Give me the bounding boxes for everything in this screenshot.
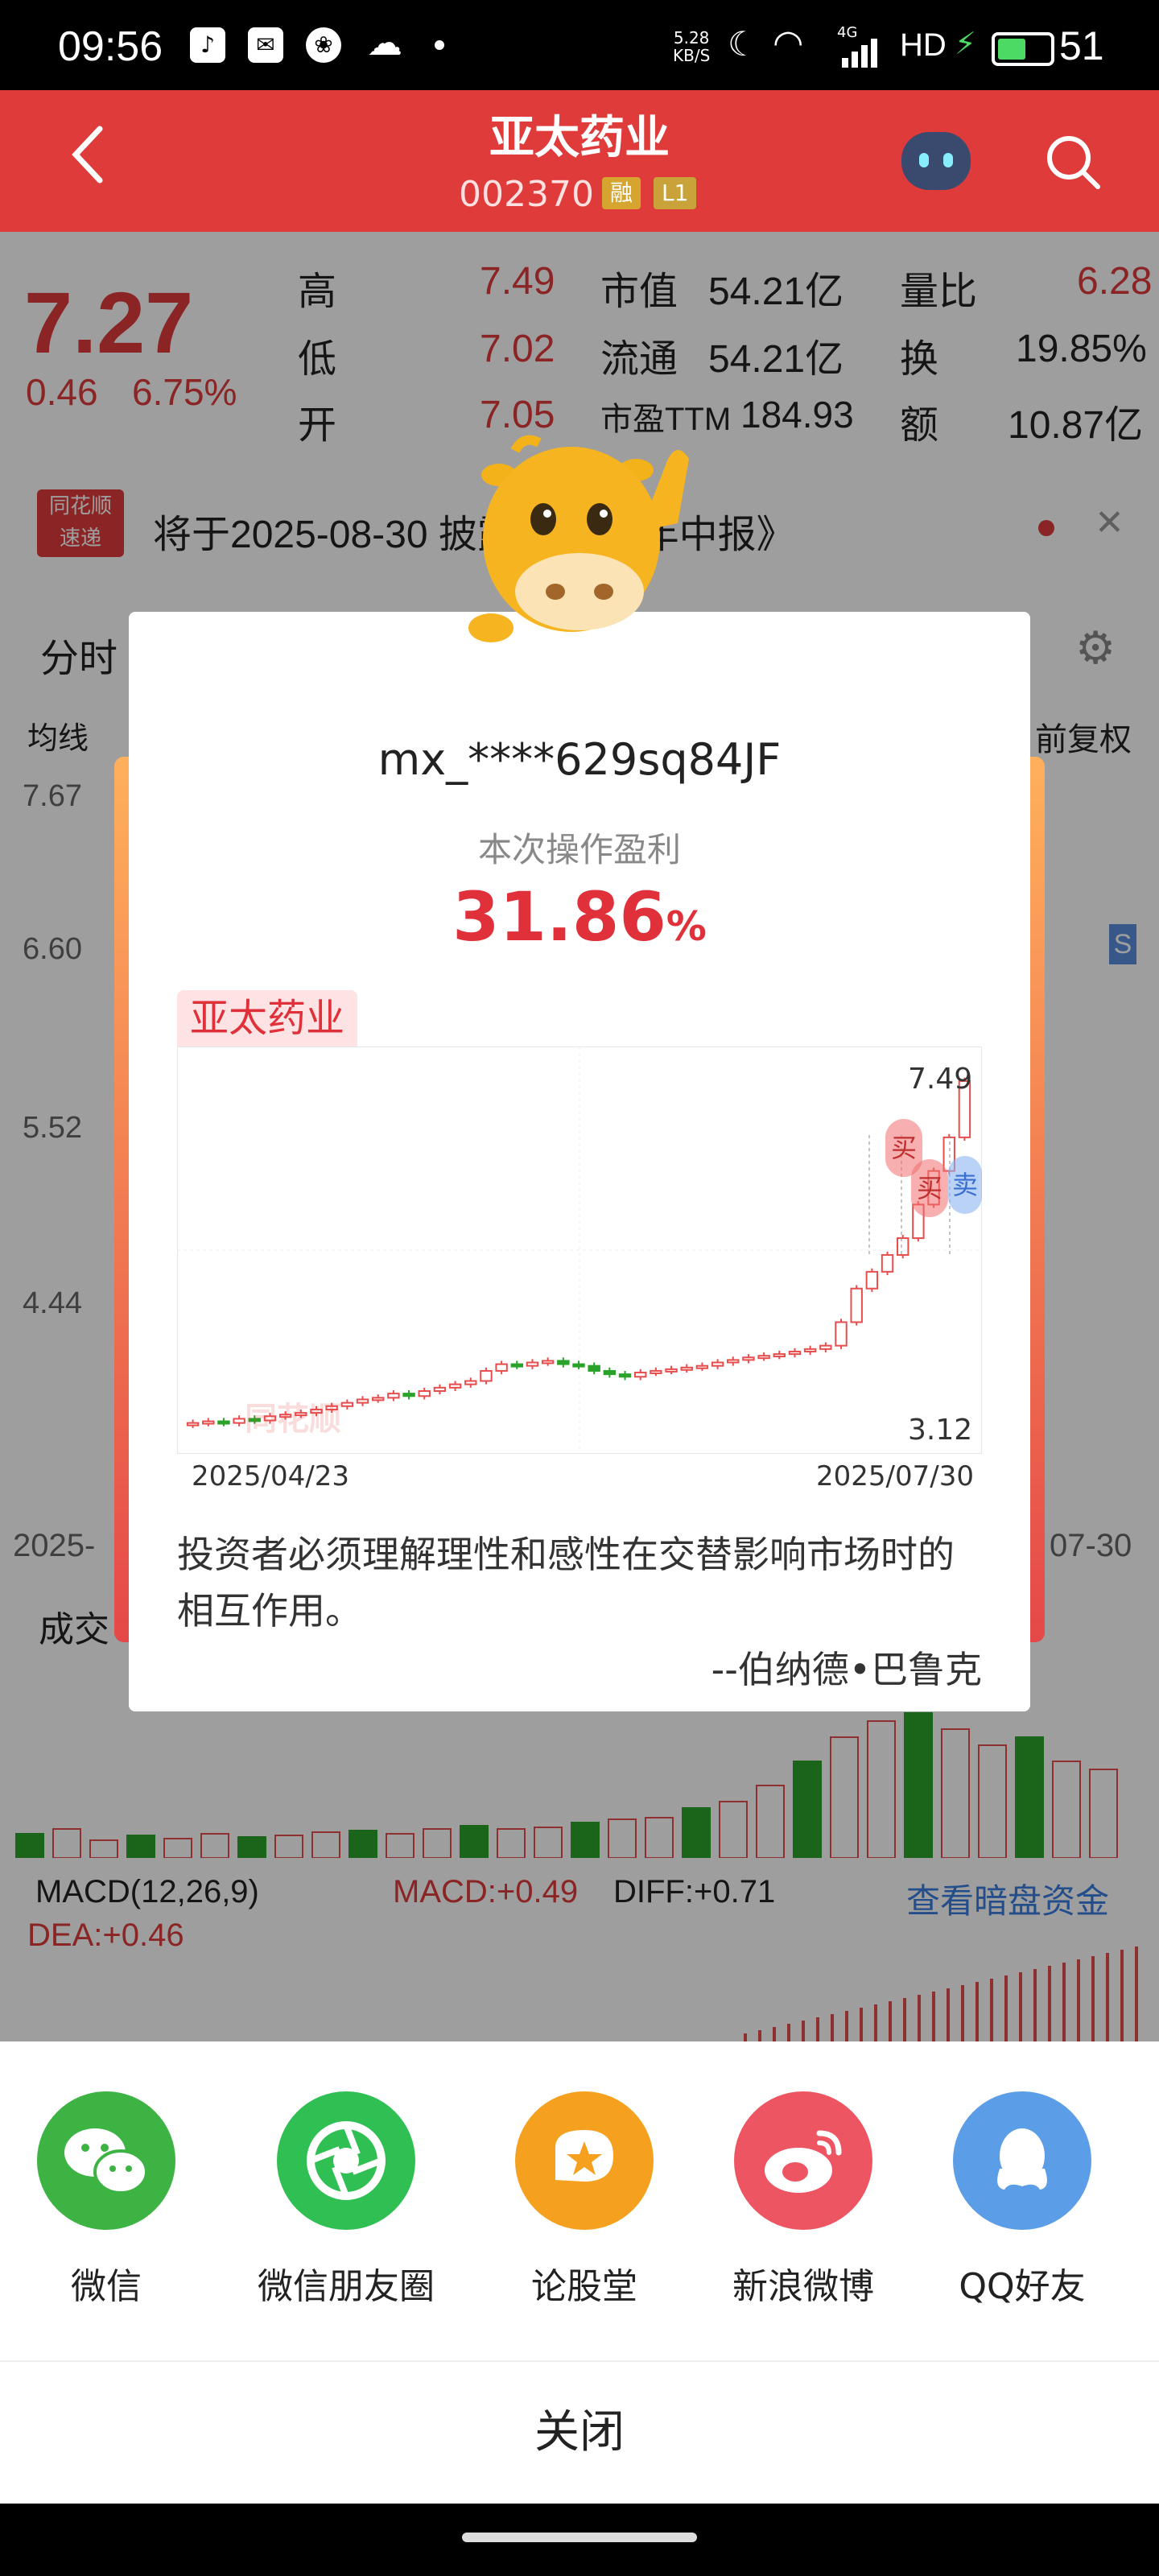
- qq-icon: [997, 2128, 1047, 2190]
- profit-value: 31.86: [452, 877, 666, 956]
- candle-body: [340, 1402, 354, 1407]
- candle-body: [896, 1237, 909, 1256]
- candle-body: [526, 1361, 539, 1367]
- chart-low-label: 3.12: [908, 1414, 973, 1447]
- candle-body: [773, 1353, 786, 1358]
- robot-assistant-icon[interactable]: [901, 132, 971, 190]
- wechat-icon: [64, 2128, 148, 2194]
- chart-watermark: 同花顺: [245, 1401, 341, 1438]
- candle-body: [803, 1348, 817, 1352]
- chart-start-date: 2025/04/23: [192, 1460, 349, 1492]
- status-time: 09:56: [58, 23, 163, 70]
- cloud-icon: ☁: [367, 23, 402, 64]
- candle-body: [695, 1364, 709, 1369]
- notification-icon: ✉: [248, 27, 283, 63]
- profit-unit: %: [666, 903, 707, 950]
- username: mx_****629sq84JF: [377, 734, 782, 785]
- candle-body: [480, 1369, 493, 1382]
- candle-body: [588, 1364, 600, 1372]
- candle-body: [356, 1398, 369, 1404]
- candle-body: [727, 1359, 740, 1364]
- candle-body: [742, 1356, 755, 1361]
- quote-author: --伯纳德•巴鲁克: [711, 1648, 982, 1691]
- stock-tag: 亚太药业: [177, 990, 358, 1046]
- share-qq-label: QQ好友: [959, 2266, 1086, 2307]
- share-qq-button[interactable]: [953, 2091, 1091, 2230]
- candle-body: [711, 1361, 724, 1367]
- hd-indicator: HD: [900, 27, 947, 63]
- candle-body: [433, 1386, 447, 1392]
- weibo-icon: [765, 2130, 842, 2193]
- candle-body: [557, 1360, 570, 1365]
- candle-body: [618, 1373, 632, 1378]
- candle-body: [603, 1369, 617, 1376]
- share-wechat-label: 微信: [71, 2266, 142, 2307]
- cow-mascot-icon: [467, 427, 708, 668]
- candle-body: [865, 1270, 879, 1290]
- moments-icon: [307, 2121, 386, 2200]
- margin-badge: 融: [602, 177, 641, 209]
- candle-body: [572, 1363, 585, 1368]
- candle-body: [680, 1366, 693, 1371]
- battery-icon: [992, 32, 1054, 66]
- candle-body: [233, 1418, 245, 1424]
- close-button[interactable]: 关闭: [0, 2362, 1159, 2504]
- battery-level: 51: [1059, 23, 1104, 68]
- status-bar: 09:56 ♪ ✉ ❀ ☁ 5.28 KB/S ☾ ◠ 4G HD ⚡ 51: [0, 0, 1159, 90]
- share-weibo-button[interactable]: [734, 2091, 872, 2230]
- share-moments-button[interactable]: [277, 2091, 415, 2230]
- net-speed: 5.28 KB/S: [673, 28, 711, 65]
- candle-body: [650, 1369, 662, 1374]
- sell-marker: 卖: [948, 1156, 982, 1214]
- lungutang-icon: [555, 2130, 613, 2182]
- candle-body: [418, 1390, 431, 1397]
- wifi-icon: ◠: [773, 23, 804, 64]
- profit-amount: 31.86%: [129, 877, 1030, 956]
- candle-body: [217, 1420, 230, 1425]
- chart-end-date: 2025/07/30: [816, 1460, 974, 1492]
- candle-body: [202, 1420, 215, 1425]
- search-icon[interactable]: [1041, 130, 1106, 195]
- share-moments-label: 微信朋友圈: [258, 2266, 435, 2307]
- candle-body: [835, 1321, 848, 1347]
- candle-body: [819, 1344, 832, 1350]
- share-wechat-button[interactable]: [37, 2091, 175, 2230]
- level-badge: L1: [654, 177, 697, 209]
- candle-body: [881, 1253, 894, 1273]
- candle-body: [448, 1383, 462, 1389]
- candle-body: [510, 1363, 524, 1368]
- buy-marker-2: 买: [911, 1159, 948, 1217]
- candle-body: [788, 1350, 802, 1356]
- baidu-icon: ❀: [306, 27, 341, 63]
- profit-share-card: mx_****629sq84JF 本次操作盈利 31.86% 亚太药业 7.49…: [129, 612, 1030, 1711]
- chart-high-label: 7.49: [908, 1063, 973, 1096]
- stock-name: 亚太药业: [489, 112, 670, 164]
- charging-icon: ⚡: [955, 26, 976, 61]
- home-indicator[interactable]: [462, 2533, 697, 2542]
- candle-body: [541, 1360, 555, 1364]
- share-weibo-label: 新浪微博: [732, 2266, 874, 2307]
- candle-body: [371, 1397, 385, 1402]
- candle-body: [757, 1355, 770, 1360]
- candle-body: [495, 1363, 508, 1372]
- dot-icon: [435, 40, 444, 50]
- candle-body: [850, 1287, 863, 1323]
- profit-label: 本次操作盈利: [477, 830, 681, 869]
- app-header: 亚太药业 002370 融 L1: [0, 90, 1159, 232]
- candle-body: [665, 1368, 678, 1373]
- signal-icon: [842, 39, 884, 68]
- candle-body: [464, 1380, 477, 1385]
- stock-code: 002370: [459, 174, 594, 215]
- candle-body: [186, 1422, 200, 1426]
- share-lungutang-label: 论股堂: [531, 2266, 637, 2307]
- candle-body: [387, 1393, 400, 1399]
- candle-body: [402, 1393, 415, 1397]
- investment-quote: 投资者必须理解理性和感性在交替影响市场时的相互作用。: [177, 1533, 955, 1633]
- tiktok-icon: ♪: [190, 27, 225, 63]
- moon-icon: ☾: [728, 24, 758, 64]
- share-lungutang-button[interactable]: [515, 2091, 654, 2230]
- candle-body: [633, 1372, 647, 1378]
